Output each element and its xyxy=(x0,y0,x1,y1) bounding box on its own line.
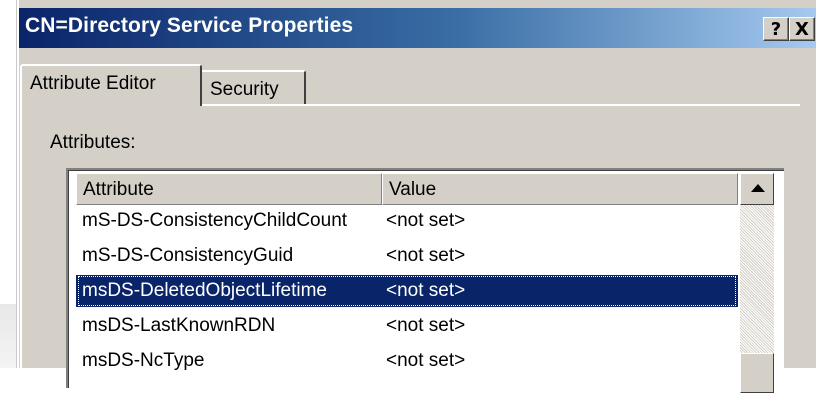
table-row[interactable]: mS-DS-ConsistencyChildCount <not set> xyxy=(76,205,738,237)
close-button[interactable]: X xyxy=(789,17,815,41)
attribute-value: <not set> xyxy=(386,210,466,231)
attribute-name: msDS-LastKnownRDN xyxy=(82,315,276,336)
table-row[interactable]: msDS-LastKnownRDN <not set> xyxy=(76,310,738,342)
attribute-name: msDS-NcType xyxy=(82,350,205,371)
close-icon: X xyxy=(795,19,809,40)
attribute-name: msDS-DeletedObjectLifetime xyxy=(82,280,327,301)
scrollbar-thumb[interactable] xyxy=(740,353,774,393)
help-icon: ? xyxy=(770,19,782,40)
attribute-name: mS-DS-ConsistencyChildCount xyxy=(82,210,348,231)
tab-security[interactable]: Security xyxy=(200,70,306,106)
title-bar[interactable]: CN=Directory Service Properties ? X xyxy=(19,8,816,48)
column-header-value[interactable]: Value xyxy=(382,173,738,205)
vertical-scrollbar[interactable] xyxy=(740,173,774,393)
list-header: Attribute Value xyxy=(76,173,738,205)
window-title: CN=Directory Service Properties xyxy=(25,14,354,37)
attribute-value: <not set> xyxy=(386,280,466,301)
attributes-label: Attributes: xyxy=(50,132,136,153)
attribute-value: <not set> xyxy=(386,350,466,371)
attributes-list[interactable]: Attribute Value mS-DS-ConsistencyChildCo… xyxy=(66,168,784,393)
table-row[interactable]: mS-DS-ConsistencyGuid <not set> xyxy=(76,240,738,272)
table-row[interactable]: msDS-NcType <not set> xyxy=(76,345,738,377)
tab-attribute-editor[interactable]: Attribute Editor xyxy=(20,64,202,106)
help-button[interactable]: ? xyxy=(763,17,789,41)
column-header-attribute[interactable]: Attribute xyxy=(76,173,382,205)
table-row-selected[interactable]: msDS-DeletedObjectLifetime <not set> xyxy=(76,275,738,307)
attribute-value: <not set> xyxy=(386,245,466,266)
attribute-value: <not set> xyxy=(386,315,466,336)
attribute-name: mS-DS-ConsistencyGuid xyxy=(82,245,294,266)
scroll-up-button[interactable] xyxy=(740,173,774,205)
scroll-up-arrow-icon xyxy=(751,184,765,192)
